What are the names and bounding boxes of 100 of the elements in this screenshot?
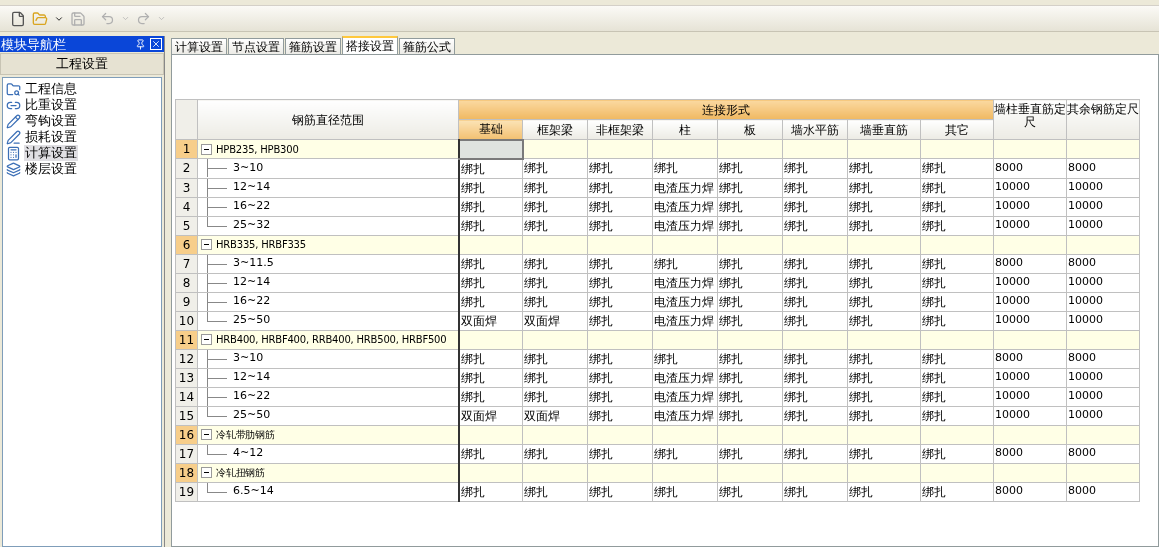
table-cell[interactable]: 绑扎: [522, 482, 588, 501]
close-icon[interactable]: [150, 38, 162, 50]
table-cell[interactable]: 8000: [1066, 158, 1140, 178]
table-cell[interactable]: 绑扎: [587, 216, 653, 235]
table-cell[interactable]: 电渣压力焊: [652, 311, 718, 330]
navigation-item[interactable]: 比重设置: [24, 97, 78, 113]
table-cell[interactable]: 绑扎: [717, 158, 783, 178]
table-cell[interactable]: 10000: [993, 197, 1067, 216]
table-cell[interactable]: 绑扎: [782, 273, 848, 292]
table-cell[interactable]: 绑扎: [587, 406, 653, 425]
table-cell[interactable]: 绑扎: [847, 178, 921, 197]
table-cell[interactable]: 电渣压力焊: [652, 368, 718, 387]
table-cell[interactable]: 绑扎: [587, 292, 653, 311]
table-cell[interactable]: 8000: [1066, 444, 1140, 463]
table-cell[interactable]: 绑扎: [587, 273, 653, 292]
table-cell[interactable]: 10000: [1066, 387, 1140, 406]
table-cell[interactable]: 10000: [1066, 292, 1140, 311]
collapse-icon[interactable]: [201, 429, 212, 440]
table-cell[interactable]: 绑扎: [587, 368, 653, 387]
table-cell[interactable]: 绑扎: [522, 178, 588, 197]
table-cell[interactable]: 绑扎: [717, 444, 783, 463]
table-cell[interactable]: 绑扎: [782, 178, 848, 197]
table-cell[interactable]: 10000: [1066, 368, 1140, 387]
table-cell[interactable]: 电渣压力焊: [652, 197, 718, 216]
table-cell[interactable]: 绑扎: [782, 387, 848, 406]
table-cell[interactable]: 10000: [1066, 216, 1140, 235]
table-cell[interactable]: 绑扎: [920, 273, 994, 292]
table-cell[interactable]: 绑扎: [920, 197, 994, 216]
table-cell[interactable]: 绑扎: [587, 197, 653, 216]
table-cell[interactable]: 双面焊: [522, 311, 588, 330]
table-cell[interactable]: 绑扎: [847, 292, 921, 311]
tab[interactable]: 节点设置: [228, 38, 284, 54]
table-cell[interactable]: 10000: [993, 406, 1067, 425]
navigation-item[interactable]: 工程信息: [24, 81, 78, 97]
table-cell[interactable]: 8000: [1066, 482, 1140, 501]
table-cell[interactable]: 绑扎: [920, 406, 994, 425]
table-cell[interactable]: 绑扎: [717, 197, 783, 216]
tab[interactable]: 搭接设置: [342, 36, 398, 54]
table-cell[interactable]: 10000: [993, 292, 1067, 311]
table-cell[interactable]: 8000: [993, 158, 1067, 178]
table-cell[interactable]: 8000: [993, 444, 1067, 463]
collapse-icon[interactable]: [201, 467, 212, 478]
table-cell[interactable]: 绑扎: [920, 444, 994, 463]
table-cell[interactable]: 10000: [993, 216, 1067, 235]
table-cell[interactable]: 绑扎: [920, 387, 994, 406]
table-cell[interactable]: 8000: [1066, 254, 1140, 273]
table-cell[interactable]: 绑扎: [782, 158, 848, 178]
table-cell[interactable]: 绑扎: [782, 197, 848, 216]
pin-icon[interactable]: [135, 38, 146, 50]
table-cell[interactable]: 绑扎: [782, 216, 848, 235]
table-cell[interactable]: 绑扎: [458, 482, 523, 501]
table-cell[interactable]: 绑扎: [652, 158, 718, 178]
new-file-icon[interactable]: [10, 10, 26, 27]
table-cell[interactable]: 绑扎: [847, 482, 921, 501]
table-cell[interactable]: 电渣压力焊: [652, 406, 718, 425]
table-cell[interactable]: 绑扎: [587, 254, 653, 273]
navigation-item[interactable]: 弯钩设置: [24, 113, 78, 129]
table-cell[interactable]: 绑扎: [717, 482, 783, 501]
table-cell[interactable]: 绑扎: [782, 311, 848, 330]
table-cell[interactable]: 绑扎: [782, 349, 848, 368]
table-cell[interactable]: [458, 139, 523, 159]
table-cell[interactable]: 8000: [993, 349, 1067, 368]
table-cell[interactable]: 绑扎: [847, 444, 921, 463]
table-cell[interactable]: 绑扎: [717, 349, 783, 368]
table-cell[interactable]: 绑扎: [717, 254, 783, 273]
table-cell[interactable]: 绑扎: [587, 349, 653, 368]
table-cell[interactable]: 绑扎: [847, 273, 921, 292]
table-cell[interactable]: 绑扎: [522, 292, 588, 311]
table-cell[interactable]: 10000: [993, 311, 1067, 330]
table-cell[interactable]: 电渣压力焊: [652, 216, 718, 235]
collapse-icon[interactable]: [201, 239, 212, 250]
table-cell[interactable]: 绑扎: [847, 197, 921, 216]
table-cell[interactable]: 绑扎: [847, 158, 921, 178]
table-cell[interactable]: 绑扎: [920, 368, 994, 387]
table-cell[interactable]: 8000: [1066, 349, 1140, 368]
table-cell[interactable]: 绑扎: [782, 444, 848, 463]
table-cell[interactable]: 绑扎: [522, 368, 588, 387]
table-cell[interactable]: 绑扎: [717, 178, 783, 197]
table-cell[interactable]: 绑扎: [587, 444, 653, 463]
table-cell[interactable]: 绑扎: [847, 387, 921, 406]
table-cell[interactable]: 绑扎: [920, 311, 994, 330]
table-cell[interactable]: 绑扎: [920, 216, 994, 235]
table-cell[interactable]: 绑扎: [652, 444, 718, 463]
table-cell[interactable]: 电渣压力焊: [652, 292, 718, 311]
table-cell[interactable]: 绑扎: [847, 349, 921, 368]
table-cell[interactable]: 绑扎: [847, 368, 921, 387]
table-cell[interactable]: 绑扎: [920, 349, 994, 368]
table-cell[interactable]: 绑扎: [522, 254, 588, 273]
table-cell[interactable]: 绑扎: [782, 254, 848, 273]
table-cell[interactable]: 绑扎: [782, 368, 848, 387]
table-cell[interactable]: 绑扎: [587, 158, 653, 178]
table-cell[interactable]: 绑扎: [920, 158, 994, 178]
navigation-item[interactable]: 楼层设置: [24, 161, 78, 177]
table-cell[interactable]: 10000: [993, 368, 1067, 387]
table-cell[interactable]: 绑扎: [587, 387, 653, 406]
table-cell[interactable]: 电渣压力焊: [652, 273, 718, 292]
table-cell[interactable]: 双面焊: [522, 406, 588, 425]
table-cell[interactable]: 绑扎: [920, 292, 994, 311]
table-cell[interactable]: 绑扎: [587, 178, 653, 197]
table-cell[interactable]: 8000: [993, 482, 1067, 501]
